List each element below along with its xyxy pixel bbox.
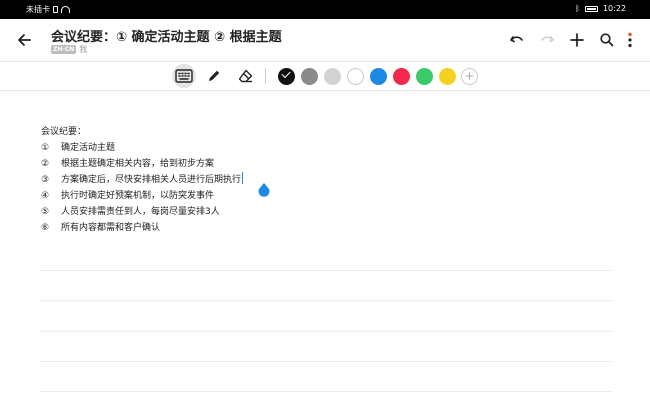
search-icon	[600, 33, 614, 47]
list-item-text: 确定活动主题	[61, 143, 116, 153]
language-badge: ZH-CN	[51, 45, 77, 54]
undo-button[interactable]	[508, 31, 526, 49]
note-meta: ZH-CN 我	[51, 44, 87, 55]
list-item: ④ 执行时确定好预案机制，以防突发事件	[41, 188, 611, 204]
arrow-left-icon	[18, 34, 31, 46]
list-item-number: ⑥	[41, 223, 50, 233]
list-item-text: 人员安排需责任到人，每岗尽量安排3人	[61, 207, 220, 217]
undo-icon	[510, 36, 523, 43]
list-item-number: ①	[41, 143, 50, 153]
app-header: 会议纪要：① 确定活动主题 ② 根据主题 ZH-CN 我	[0, 19, 650, 61]
text-cursor	[242, 172, 244, 184]
back-button[interactable]	[14, 30, 34, 50]
eraser-tool[interactable]	[233, 64, 257, 88]
list-item-text: 方案确定后，尽快安排相关人员进行后期执行	[61, 175, 242, 185]
ruled-line	[40, 391, 612, 392]
color-swatch-green[interactable]	[416, 68, 433, 85]
bluetooth-icon: ᛒ	[575, 4, 580, 13]
list-item-text: 根据主题确定相关内容，给到初步方案	[61, 159, 215, 169]
list-item-text: 执行时确定好预案机制，以防突发事件	[61, 191, 215, 201]
sim-icon	[53, 6, 58, 13]
toolbar-divider	[0, 90, 650, 91]
drawing-toolbar: +	[0, 62, 650, 90]
list-item-number: ④	[41, 191, 50, 201]
keyboard-tool[interactable]	[172, 64, 196, 88]
cursor-handle-icon	[258, 183, 270, 197]
more-vertical-icon	[628, 32, 632, 48]
check-icon	[281, 68, 291, 79]
keyboard-icon	[175, 69, 193, 83]
carrier-label: 未插卡	[26, 5, 50, 14]
list-item: ⑤ 人员安排需责任到人，每岗尽量安排3人	[41, 204, 611, 220]
pen-icon	[209, 70, 220, 81]
toolbar-separator	[265, 68, 266, 84]
status-time: 10:22	[602, 4, 626, 13]
status-bar: 未插卡 ᛒ 10:22	[0, 0, 650, 19]
list-item-number: ⑤	[41, 207, 50, 217]
redo-button[interactable]	[538, 31, 556, 49]
redo-icon	[541, 36, 554, 43]
list-item-number: ③	[41, 175, 50, 185]
note-heading: 会议纪要：	[41, 127, 87, 137]
add-color-button[interactable]: +	[461, 68, 478, 85]
color-swatch-blue[interactable]	[370, 68, 387, 85]
add-button[interactable]	[568, 31, 586, 49]
list-item: ③ 方案确定后，尽快安排相关人员进行后期执行	[41, 172, 611, 188]
eraser-icon	[238, 69, 252, 83]
ruled-line	[40, 331, 612, 332]
list-item-text: 所有内容都需和客户确认	[61, 223, 161, 233]
wifi-icon	[61, 6, 70, 13]
pen-tool[interactable]	[202, 64, 226, 88]
ruled-line	[40, 270, 612, 271]
color-swatch-gray[interactable]	[301, 68, 318, 85]
list-item: ② 根据主题确定相关内容，给到初步方案	[41, 156, 611, 172]
author-label: 我	[79, 45, 88, 54]
color-swatch-light-gray[interactable]	[324, 68, 341, 85]
cursor-handle[interactable]	[258, 183, 270, 198]
note-title: 会议纪要：① 确定活动主题 ② 根据主题	[51, 30, 282, 45]
more-button[interactable]	[624, 31, 636, 49]
color-swatch-yellow[interactable]	[439, 68, 456, 85]
search-button[interactable]	[598, 31, 616, 49]
ruled-line	[40, 361, 612, 362]
plus-icon	[570, 33, 584, 47]
color-swatch-black[interactable]	[278, 68, 295, 85]
list-item: ① 确定活动主题	[41, 140, 611, 156]
color-swatch-white[interactable]	[347, 68, 364, 85]
ruled-line	[40, 300, 612, 301]
list-item: ⑥ 所有内容都需和客户确认	[41, 220, 611, 236]
list-item-number: ②	[41, 159, 50, 169]
note-body[interactable]: 会议纪要： ① 确定活动主题 ② 根据主题确定相关内容，给到初步方案 ③ 方案确定后，…	[41, 124, 611, 236]
color-swatch-red[interactable]	[393, 68, 410, 85]
battery-icon	[584, 5, 598, 12]
